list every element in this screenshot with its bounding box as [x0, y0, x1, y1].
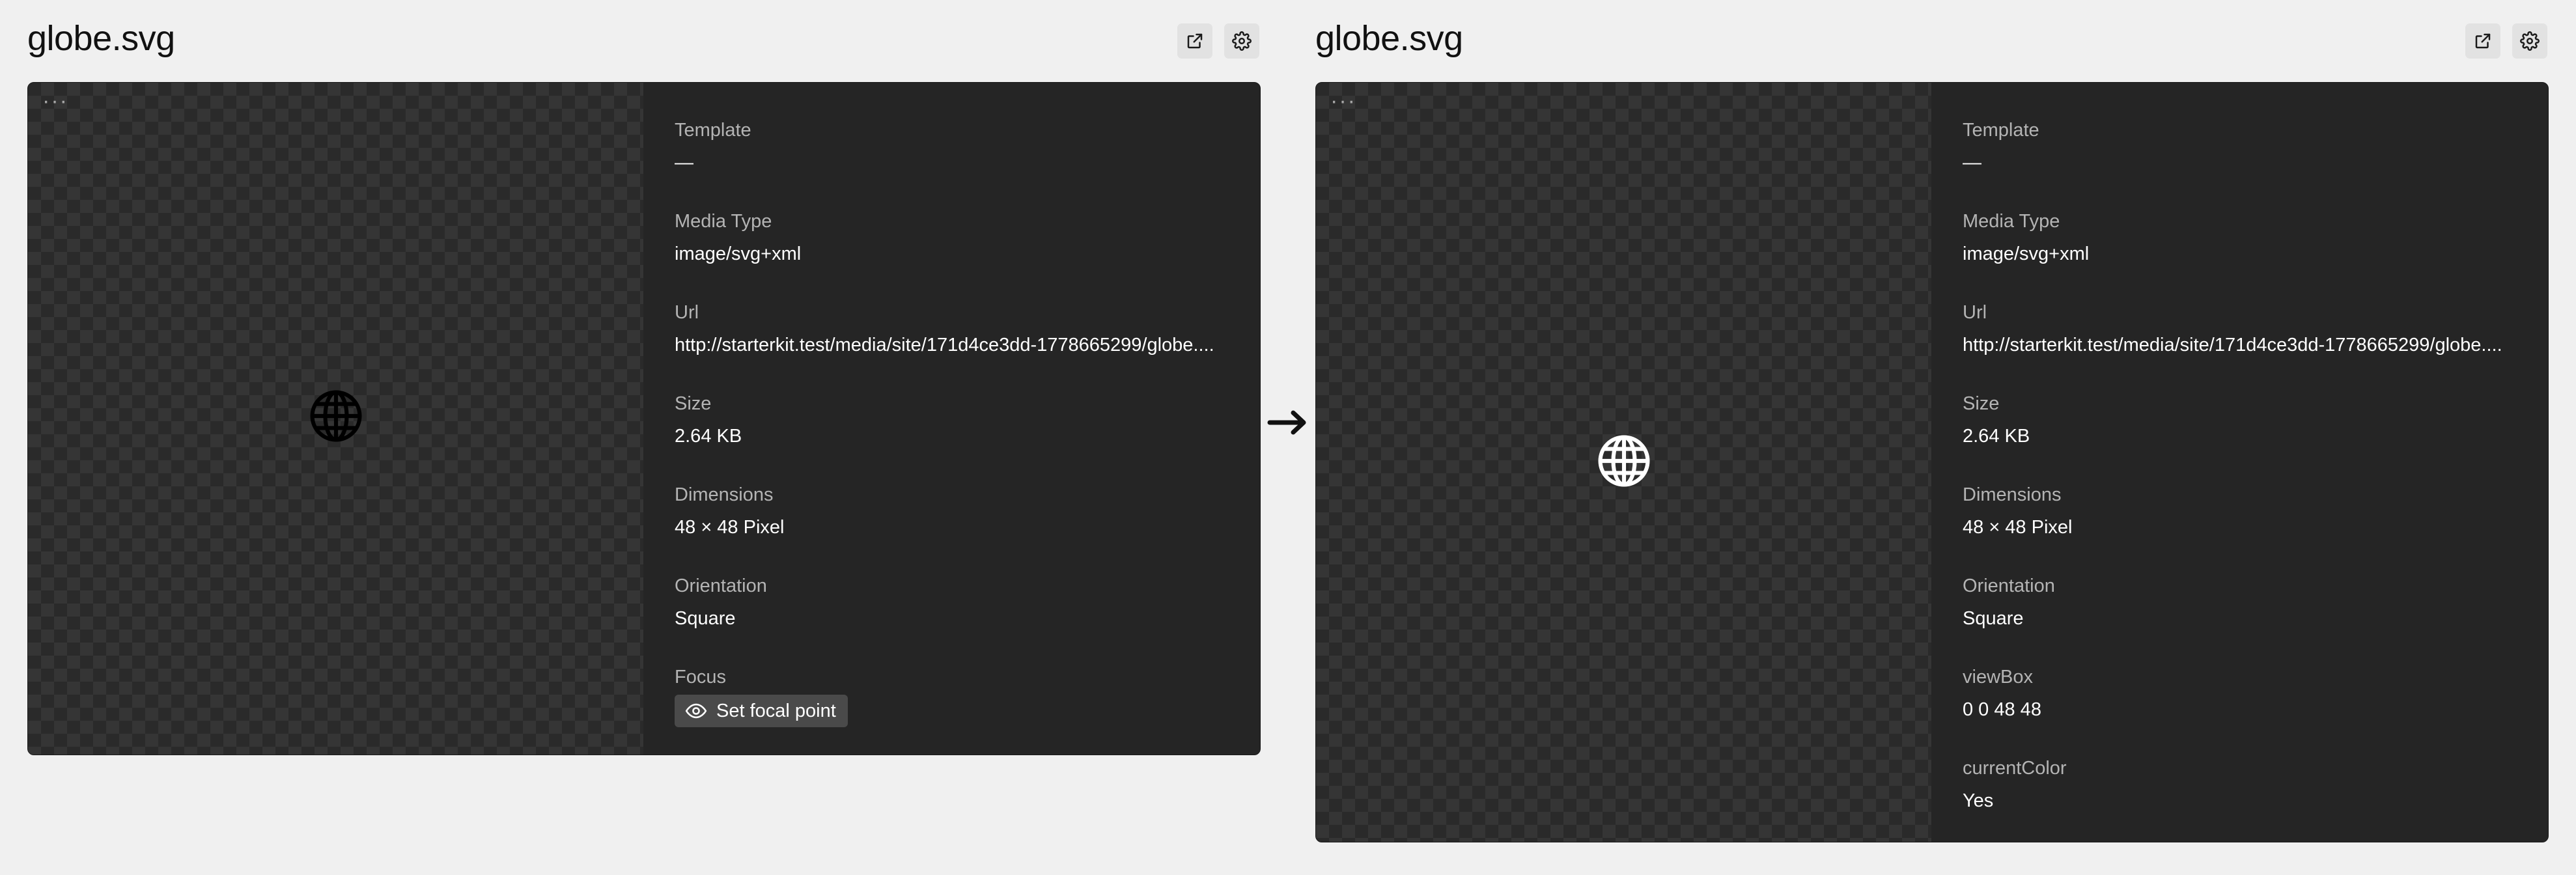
- options-menu-button[interactable]: ···: [42, 90, 68, 112]
- field-label: Focus: [675, 667, 726, 688]
- field-value: image/svg+xml: [675, 243, 802, 264]
- field-size: Size 2.64 KB: [675, 387, 1234, 479]
- field-value: —: [1963, 152, 1981, 173]
- field-value: 0 0 48 48: [1963, 699, 2041, 720]
- field-label: Template: [1963, 120, 2039, 141]
- settings-button[interactable]: [1224, 23, 1259, 59]
- url-link[interactable]: http://starterkit.test/media/site/171d4c…: [675, 329, 1234, 361]
- field-label: Orientation: [675, 576, 767, 596]
- settings-button[interactable]: [2512, 23, 2547, 59]
- field-url: Url http://starterkit.test/media/site/17…: [675, 296, 1234, 387]
- url-link[interactable]: http://starterkit.test/media/site/171d4c…: [1963, 329, 2522, 361]
- eye-icon: [685, 703, 707, 719]
- field-url: Url http://starterkit.test/media/site/17…: [1963, 296, 2522, 387]
- field-value: Yes: [1963, 790, 1994, 811]
- globe-icon: [1598, 435, 1650, 487]
- panel-header: globe.svg: [27, 0, 1261, 82]
- gear-icon: [2520, 31, 2540, 51]
- field-label: Media Type: [1963, 211, 2060, 232]
- field-dimensions: Dimensions 48 × 48 Pixel: [675, 479, 1234, 570]
- field-value: Square: [1963, 608, 2024, 629]
- field-orientation: Orientation Square: [675, 570, 1234, 661]
- field-media-type: Media Type image/svg+xml: [1963, 205, 2522, 296]
- field-label: Size: [675, 393, 712, 414]
- file-panel-after: globe.svg ··· Template — Media Type imag…: [1315, 0, 2549, 842]
- field-value: 48 × 48 Pixel: [1963, 517, 2073, 538]
- open-file-button[interactable]: [1177, 23, 1212, 59]
- field-focus: Focus Set focal point: [675, 661, 1234, 752]
- field-label: Media Type: [675, 211, 772, 232]
- field-label: Url: [1963, 302, 1987, 323]
- field-viewbox: viewBox 0 0 48 48: [1963, 661, 2522, 752]
- file-info: Template — Media Type image/svg+xml Url …: [675, 114, 1234, 752]
- field-value: 2.64 KB: [1963, 426, 2030, 447]
- gear-icon: [1232, 31, 1252, 51]
- arrow-right-icon: [1267, 410, 1306, 435]
- field-value: Square: [675, 608, 736, 629]
- field-value: image/svg+xml: [1963, 243, 2090, 264]
- field-template: Template —: [1963, 114, 2522, 205]
- field-current-color: currentColor Yes: [1963, 752, 2522, 842]
- file-title: globe.svg: [27, 19, 175, 58]
- field-label: Dimensions: [675, 484, 774, 505]
- file-info: Template — Media Type image/svg+xml Url …: [1963, 114, 2522, 842]
- field-label: Size: [1963, 393, 2000, 414]
- field-label: Dimensions: [1963, 484, 2062, 505]
- external-link-icon: [1187, 33, 1203, 49]
- file-title: globe.svg: [1315, 19, 1463, 58]
- options-menu-button[interactable]: ···: [1330, 90, 1356, 112]
- button-label: Set focal point: [716, 700, 836, 721]
- field-label: Orientation: [1963, 576, 2055, 596]
- field-template: Template —: [675, 114, 1234, 205]
- field-value: 2.64 KB: [675, 426, 742, 447]
- field-value: —: [675, 152, 693, 173]
- field-label: viewBox: [1963, 667, 2033, 688]
- file-panel-before: globe.svg ··· Template — Media Type imag…: [27, 0, 1261, 755]
- set-focal-point-button[interactable]: Set focal point: [675, 695, 848, 727]
- external-link-icon: [2475, 33, 2491, 49]
- globe-icon: [310, 390, 362, 442]
- field-size: Size 2.64 KB: [1963, 387, 2522, 479]
- file-card: ··· Template — Media Type image/svg+xml …: [27, 82, 1261, 755]
- open-file-button[interactable]: [2465, 23, 2500, 59]
- field-media-type: Media Type image/svg+xml: [675, 205, 1234, 296]
- panel-header: globe.svg: [1315, 0, 2549, 82]
- field-value: 48 × 48 Pixel: [675, 517, 785, 538]
- field-label: Url: [675, 302, 699, 323]
- image-preview[interactable]: ···: [1316, 83, 1931, 842]
- file-card: ··· Template — Media Type image/svg+xml …: [1315, 82, 2549, 842]
- field-orientation: Orientation Square: [1963, 570, 2522, 661]
- field-label: currentColor: [1963, 758, 2067, 779]
- field-dimensions: Dimensions 48 × 48 Pixel: [1963, 479, 2522, 570]
- field-label: Template: [675, 120, 751, 141]
- image-preview[interactable]: ···: [28, 83, 643, 755]
